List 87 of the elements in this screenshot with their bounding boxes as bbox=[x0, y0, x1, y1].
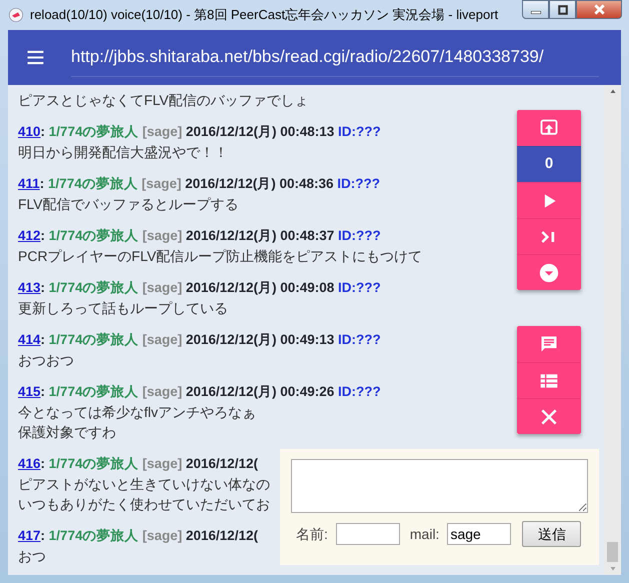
close-icon bbox=[539, 406, 559, 426]
down-button[interactable] bbox=[517, 254, 581, 290]
post-text: 更新しろって話もループしている bbox=[18, 299, 228, 318]
post-text: 明日から開発配信大盛況やで！！ bbox=[18, 143, 228, 162]
separator: : bbox=[40, 228, 46, 243]
app-icon bbox=[8, 7, 24, 23]
name-field[interactable] bbox=[336, 523, 400, 545]
list-button[interactable] bbox=[517, 362, 581, 398]
separator: : bbox=[40, 456, 46, 471]
message-field[interactable] bbox=[291, 459, 588, 513]
maximize-icon bbox=[558, 4, 568, 14]
separator: : bbox=[40, 384, 46, 399]
comment-button[interactable] bbox=[517, 326, 581, 362]
post-text: FLV配信でバッファるとループする bbox=[18, 195, 239, 214]
mail-field[interactable]: sage bbox=[447, 523, 512, 545]
post-date: 2016/12/12( bbox=[186, 528, 258, 543]
post-text: 今となっては希少なflvアンチやろなぁ bbox=[18, 403, 256, 422]
post-id: ID:??? bbox=[338, 384, 381, 399]
post-date: 2016/12/12(月) 00:48:13 bbox=[186, 124, 334, 139]
separator: : bbox=[40, 124, 46, 139]
post-number-link[interactable]: 413 bbox=[18, 280, 41, 295]
post-text: おつおつ bbox=[18, 351, 74, 370]
separator: : bbox=[40, 176, 44, 191]
post-number-link[interactable]: 415 bbox=[18, 384, 41, 399]
post-date: 2016/12/12(月) 00:48:36 bbox=[185, 176, 334, 191]
post-id: ID:??? bbox=[338, 332, 381, 347]
play-button[interactable] bbox=[517, 182, 581, 218]
poster-name: 1/774の夢旅人 bbox=[48, 384, 139, 399]
post-text: ピアストがないと生きていけない体なの bbox=[18, 475, 270, 494]
post-number-link[interactable]: 417 bbox=[18, 528, 41, 543]
poster-name: 1/774の夢旅人 bbox=[48, 228, 139, 243]
post-mail: [sage] bbox=[142, 384, 182, 399]
dropdown-icon bbox=[539, 262, 559, 282]
post-id: ID:??? bbox=[338, 228, 381, 243]
post-mail: [sage] bbox=[142, 228, 182, 243]
poster-name: 1/774の夢旅人 bbox=[48, 528, 139, 543]
post-text: 保護対象ですわ bbox=[18, 423, 116, 442]
post-mail: [sage] bbox=[142, 280, 182, 295]
post-date: 2016/12/12(月) 00:49:26 bbox=[186, 384, 334, 399]
post-mail: [sage] bbox=[142, 124, 182, 139]
separator: : bbox=[40, 332, 46, 347]
post-number-link[interactable]: 414 bbox=[18, 332, 41, 347]
minimize-icon bbox=[530, 11, 540, 14]
post-text: ピアスとじゃなくてFLV配信のバッファでしょ bbox=[18, 91, 309, 110]
separator: : bbox=[40, 280, 46, 295]
post-text: PCRプレイヤーのFLV配信ループ防止機能をピアストにもつけて bbox=[18, 247, 422, 266]
maximize-button[interactable] bbox=[549, 0, 576, 19]
post-date: 2016/12/12(月) 00:49:08 bbox=[186, 280, 334, 295]
post-number-link[interactable]: 411 bbox=[18, 176, 40, 191]
post-date: 2016/12/12(月) 00:49:13 bbox=[186, 332, 334, 347]
post-mail: [sage] bbox=[142, 176, 182, 191]
post-id: ID:??? bbox=[337, 176, 380, 191]
post-id: ID:??? bbox=[338, 124, 381, 139]
scroll-thumb[interactable] bbox=[607, 542, 618, 562]
poster-name: 1/774の夢旅人 bbox=[48, 124, 139, 139]
post-text: いつもありがたく使わせていただいてお bbox=[18, 495, 270, 514]
post-date: 2016/12/12( bbox=[186, 456, 258, 471]
mail-label: mail: bbox=[410, 524, 440, 544]
skip-button[interactable] bbox=[517, 218, 581, 254]
count-button[interactable]: 0 bbox=[517, 146, 581, 182]
poster-name: 1/774の夢旅人 bbox=[48, 176, 138, 191]
upload-icon bbox=[539, 118, 559, 138]
scroll-down-icon bbox=[608, 566, 616, 572]
post-mail: [sage] bbox=[142, 332, 182, 347]
post-mail: [sage] bbox=[142, 456, 182, 471]
menu-icon[interactable] bbox=[26, 48, 45, 67]
post-text: おつ bbox=[18, 547, 46, 566]
post-number-link[interactable]: 410 bbox=[18, 124, 41, 139]
submit-button[interactable]: 送信 bbox=[522, 521, 582, 547]
scrollbar[interactable] bbox=[604, 85, 621, 575]
post-mail: [sage] bbox=[142, 528, 182, 543]
close-icon bbox=[594, 4, 604, 15]
scroll-up-icon bbox=[608, 88, 616, 94]
window-title: reload(10/10) voice(10/10) - 第8回 PeerCast忘年会ハッカソン 実況会場 - liveport bbox=[30, 6, 498, 24]
poster-name: 1/774の夢旅人 bbox=[48, 280, 139, 295]
poster-name: 1/774の夢旅人 bbox=[48, 456, 139, 471]
post-number-link[interactable]: 416 bbox=[18, 456, 41, 471]
minimize-button[interactable] bbox=[522, 0, 549, 19]
scroll-top-button[interactable] bbox=[517, 110, 581, 146]
name-label: 名前: bbox=[296, 524, 328, 544]
separator: : bbox=[40, 528, 46, 543]
post-date: 2016/12/12(月) 00:48:37 bbox=[186, 228, 334, 243]
comment-icon bbox=[539, 334, 559, 354]
post-id: ID:??? bbox=[338, 280, 381, 295]
post-number-link[interactable]: 412 bbox=[18, 228, 41, 243]
poster-name: 1/774の夢旅人 bbox=[48, 332, 139, 347]
close-button[interactable] bbox=[576, 0, 622, 19]
